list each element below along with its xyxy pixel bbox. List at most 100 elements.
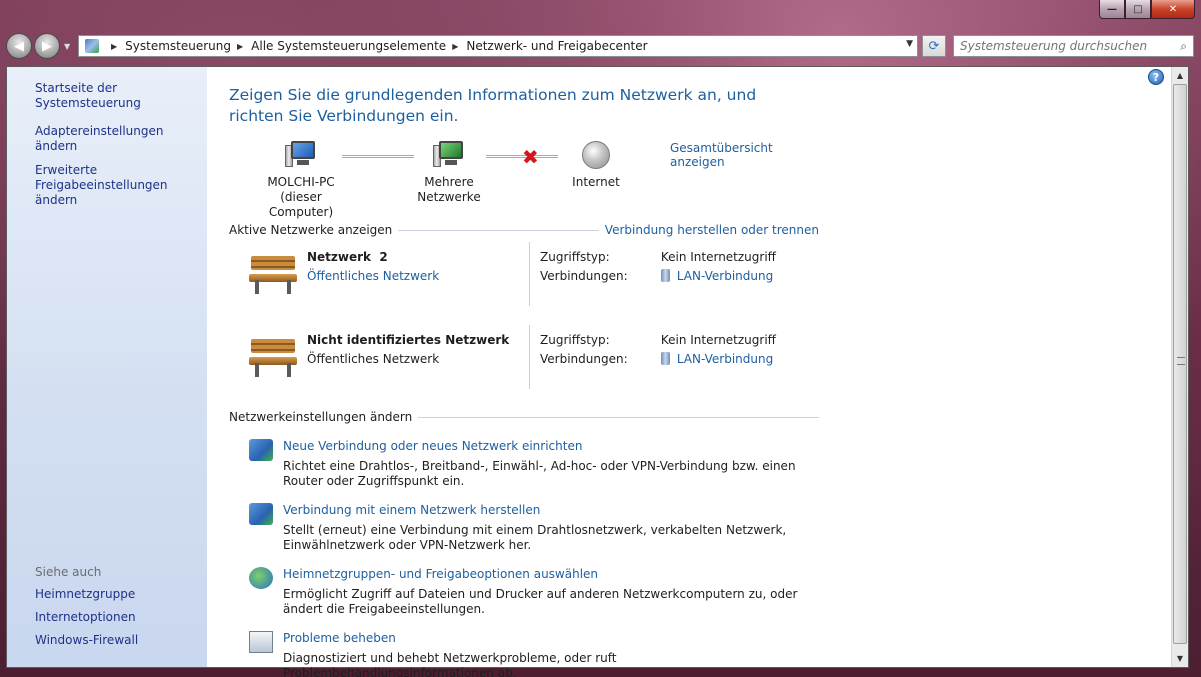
lan-connection-link[interactable]: LAN-Verbindung <box>677 352 773 366</box>
internet-label: Internet <box>572 175 620 189</box>
sidebar-link-internet-options[interactable]: Internetoptionen <box>7 610 207 625</box>
no-connection-icon[interactable]: ✖ <box>522 145 539 169</box>
breadcrumb-label: Netzwerk- und Freigabecenter <box>466 39 648 53</box>
public-network-bench-icon <box>249 254 297 294</box>
sidebar-link-homegroup[interactable]: Heimnetzgruppe <box>7 587 207 602</box>
access-type-label: Zugriffstyp: <box>540 250 610 264</box>
connections-label: Verbindungen: <box>540 352 628 366</box>
control-panel-icon <box>85 39 99 53</box>
divider <box>529 325 530 389</box>
computer-name: MOLCHI-PC <box>267 175 335 189</box>
connect-disconnect-link[interactable]: Verbindung herstellen oder trennen <box>605 223 819 237</box>
connections-row: Verbindungen: LAN-Verbindung <box>540 269 773 283</box>
networks-label: Mehrere Netzwerke <box>417 175 481 204</box>
map-node-computer[interactable]: MOLCHI-PC (dieser Computer) <box>253 141 349 220</box>
new-connection-icon <box>249 439 273 461</box>
search-box[interactable]: ⌕ <box>953 35 1194 57</box>
refresh-icon: ⟳ <box>928 38 940 54</box>
sidebar-link-control-panel-home[interactable]: Startseite der Systemsteuerung <box>7 81 207 111</box>
task-description: Diagnostiziert und behebt Netzwerkproble… <box>283 651 617 677</box>
map-node-internet[interactable]: Internet <box>565 141 627 190</box>
task-description: Richtet eine Drahtlos-, Breitband-, Einw… <box>283 459 796 488</box>
network-map: MOLCHI-PC (dieser Computer) Mehrere Netz… <box>229 141 819 219</box>
connections-row: Verbindungen: LAN-Verbindung <box>540 352 773 366</box>
page-title: Zeigen Sie die grundlegenden Information… <box>229 86 757 125</box>
access-type-row: Zugriffstyp: Kein Internetzugriff <box>540 250 776 264</box>
forward-button[interactable]: ▶ <box>34 33 60 59</box>
network-card: Nicht identifiziertes Netzwerk Öffentlic… <box>229 325 819 399</box>
map-node-networks[interactable]: Mehrere Netzwerke <box>394 141 504 205</box>
address-dropdown-icon[interactable]: ▼ <box>906 39 913 49</box>
computer-icon <box>285 141 317 169</box>
network-name: Netzwerk 2 <box>307 250 388 264</box>
ethernet-plug-icon <box>660 352 670 365</box>
recent-pages-dropdown[interactable]: ▼ <box>64 42 74 51</box>
change-settings-title: Netzwerkeinstellungen ändern <box>229 410 413 424</box>
divider <box>398 229 599 231</box>
network-name: Nicht identifiziertes Netzwerk <box>307 333 510 347</box>
maximize-button[interactable]: □ <box>1125 0 1151 19</box>
access-type-label: Zugriffstyp: <box>540 333 610 347</box>
back-icon: ◀ <box>14 38 24 54</box>
navigation-bar: ◀ ▶ ▼ ▶ Systemsteuerung ▶ Alle Systemsteue… <box>6 30 1195 62</box>
task-connect-network: Verbindung mit einem Netzwerk herstellen… <box>229 503 819 553</box>
see-also-list: Heimnetzgruppe Internetoptionen Windows-… <box>7 587 207 656</box>
sidebar-link-advanced-sharing[interactable]: Erweiterte Freigabeeinstellungen ändern <box>7 163 197 208</box>
network-icon <box>433 141 465 169</box>
minimize-button[interactable]: — <box>1099 0 1125 19</box>
homegroup-icon <box>249 567 273 589</box>
full-map-link[interactable]: Gesamtübersicht anzeigen <box>670 141 819 169</box>
task-new-connection: Neue Verbindung oder neues Netzwerk einr… <box>229 439 819 489</box>
refresh-button[interactable]: ⟳ <box>922 35 946 57</box>
divider <box>418 416 819 418</box>
connect-network-icon <box>249 503 273 525</box>
breadcrumb-separator-icon: ▶ <box>237 41 244 51</box>
breadcrumb-item[interactable]: ▶ Alle Systemsteuerungselemente <box>231 39 446 53</box>
address-bar[interactable]: ▶ Systemsteuerung ▶ Alle Systemsteuerungse… <box>78 35 918 57</box>
client-area: Startseite der Systemsteuerung Adapterei… <box>6 66 1189 677</box>
search-icon[interactable]: ⌕ <box>1180 39 1187 54</box>
new-connection-link[interactable]: Neue Verbindung oder neues Netzwerk einr… <box>283 439 582 453</box>
grip-icon <box>1177 357 1185 365</box>
network-category-link[interactable]: Öffentliches Netzwerk <box>307 269 439 283</box>
scrollbar-thumb[interactable] <box>1173 84 1187 644</box>
task-description: Stellt (erneut) eine Verbindung mit eine… <box>283 523 787 552</box>
troubleshoot-icon <box>249 631 273 653</box>
access-type-value: Kein Internetzugriff <box>660 250 776 264</box>
computer-subtitle: (dieser Computer) <box>268 190 334 219</box>
troubleshoot-link[interactable]: Probleme beheben <box>283 631 396 645</box>
breadcrumb-label: Systemsteuerung <box>125 39 231 53</box>
connections-label: Verbindungen: <box>540 269 628 283</box>
task-homegroup-options: Heimnetzgruppen- und Freigabeoptionen au… <box>229 567 819 617</box>
window-caption-buttons: — □ ✕ <box>1099 0 1195 20</box>
help-icon[interactable]: ? <box>1148 69 1164 85</box>
ethernet-plug-icon <box>660 269 670 282</box>
active-networks-header: Aktive Netzwerke anzeigen Verbindung her… <box>229 222 819 238</box>
back-button[interactable]: ◀ <box>6 33 32 59</box>
breadcrumb-separator-icon: ▶ <box>111 41 118 51</box>
globe-icon <box>582 141 610 169</box>
divider <box>529 242 530 306</box>
lan-connection-link[interactable]: LAN-Verbindung <box>677 269 773 283</box>
vertical-scrollbar[interactable]: ▲ ▼ <box>1171 67 1188 667</box>
breadcrumb-label: Alle Systemsteuerungselemente <box>251 39 447 53</box>
see-also-heading: Siehe auch <box>35 565 102 579</box>
network-category: Öffentliches Netzwerk <box>307 352 440 366</box>
close-button[interactable]: ✕ <box>1151 0 1195 19</box>
scroll-up-icon[interactable]: ▲ <box>1172 67 1188 84</box>
homegroup-options-link[interactable]: Heimnetzgruppen- und Freigabeoptionen au… <box>283 567 598 581</box>
breadcrumb-separator-icon: ▶ <box>452 41 459 51</box>
scroll-down-icon[interactable]: ▼ <box>1172 650 1188 667</box>
search-input[interactable] <box>960 39 1165 53</box>
breadcrumb-item[interactable]: ▶ Systemsteuerung <box>105 39 231 53</box>
access-type-row: Zugriffstyp: Kein Internetzugriff <box>540 333 776 347</box>
sidebar-link-windows-firewall[interactable]: Windows-Firewall <box>7 633 207 648</box>
task-troubleshoot: Probleme beheben Diagnostiziert und behe… <box>229 631 819 677</box>
change-settings-header: Netzwerkeinstellungen ändern <box>229 409 819 425</box>
connect-network-link[interactable]: Verbindung mit einem Netzwerk herstellen <box>283 503 540 517</box>
sidebar: Startseite der Systemsteuerung Adapterei… <box>7 67 207 667</box>
breadcrumb-item[interactable]: ▶ Netzwerk- und Freigabecenter <box>446 39 647 53</box>
task-description: Ermöglicht Zugriff auf Dateien und Druck… <box>283 587 798 616</box>
public-network-bench-icon <box>249 337 297 377</box>
sidebar-link-adapter-settings[interactable]: Adaptereinstellungen ändern <box>7 124 207 154</box>
